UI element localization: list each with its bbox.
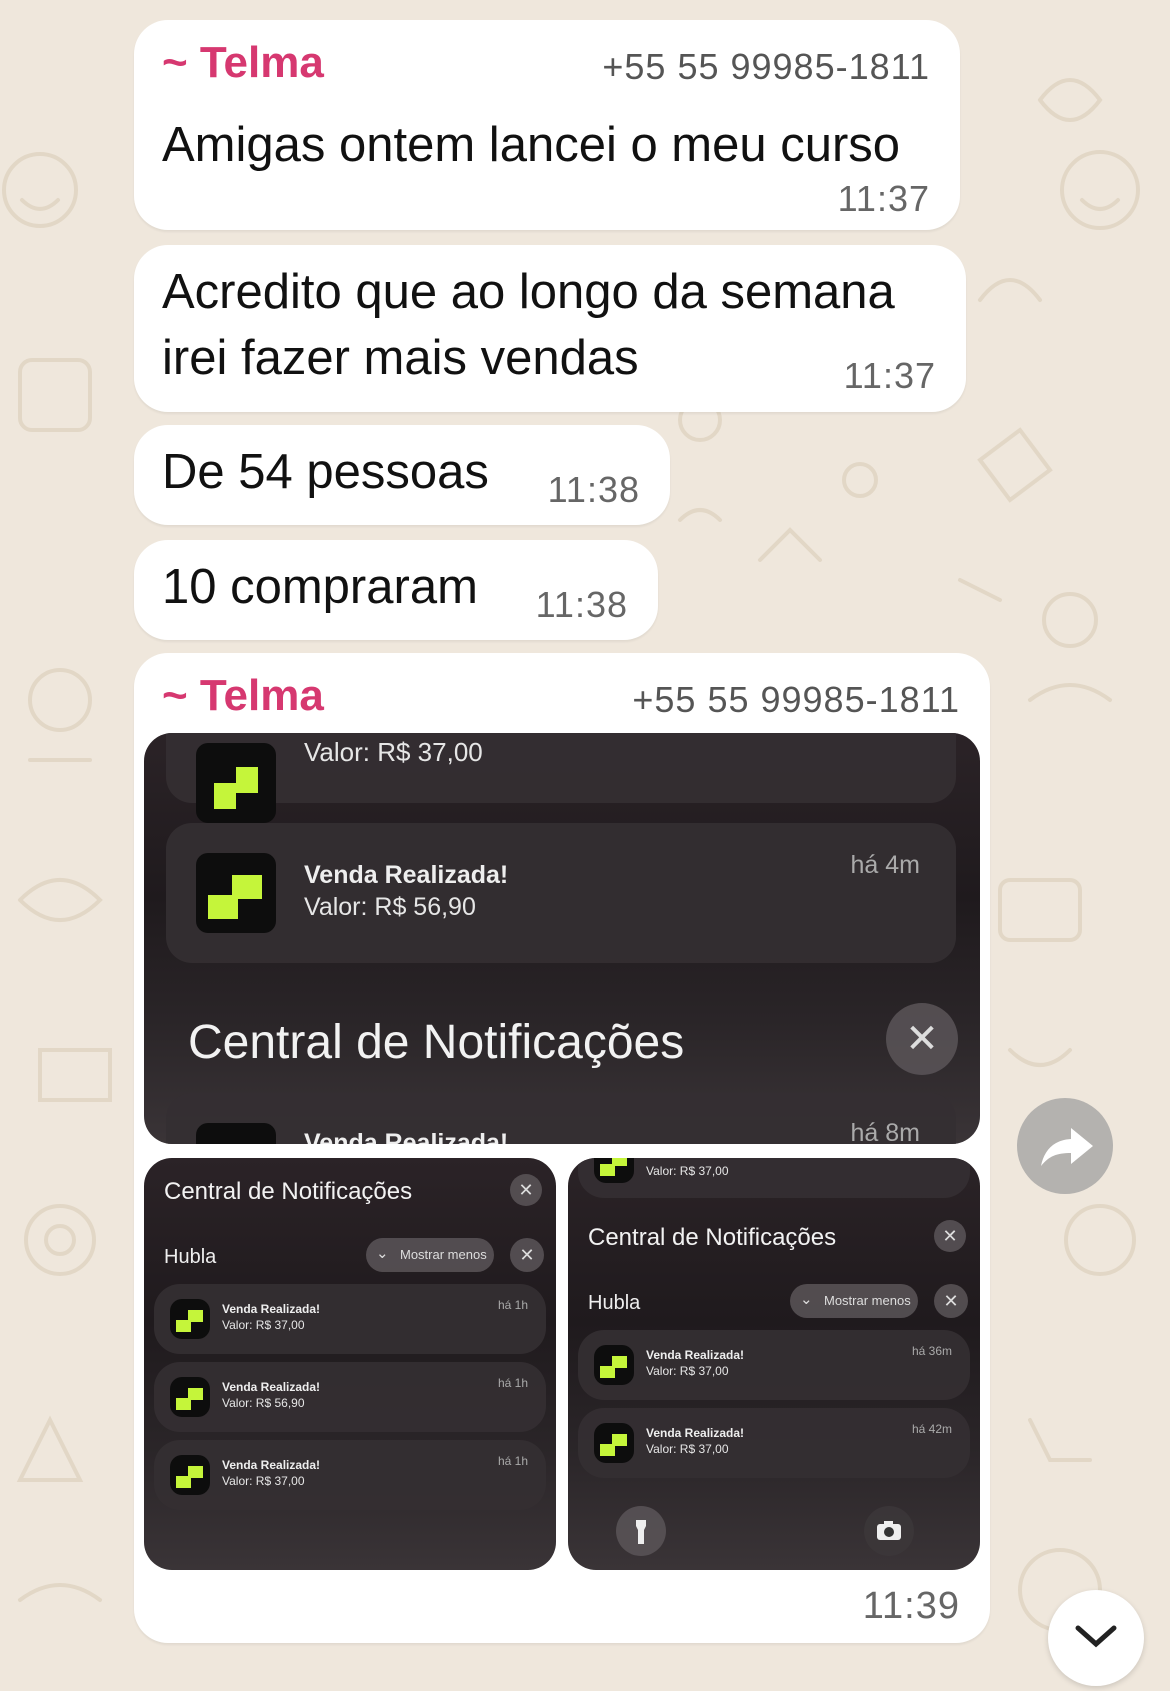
notification-title: Venda Realizada! — [304, 861, 509, 889]
close-icon[interactable]: ✕ — [886, 1003, 958, 1075]
notification-title: Venda Realizada! — [222, 1458, 321, 1472]
hubla-app-icon — [594, 1423, 634, 1463]
notification-value: Valor: R$ 37,00 — [222, 1318, 305, 1332]
message-time: 11:37 — [837, 178, 930, 219]
chevron-down-icon: ⌄ — [800, 1291, 813, 1308]
notification-title: Venda Realizada! — [646, 1348, 745, 1362]
notification-card: Venda Realizada! há 8m — [166, 1093, 956, 1144]
close-icon[interactable]: ✕ — [934, 1220, 966, 1252]
show-less-button[interactable]: ⌄ Mostrar menos — [790, 1284, 918, 1318]
notification-time: há 1h — [497, 1376, 528, 1390]
app-group-label: Hubla — [588, 1292, 641, 1314]
notification-center-title: Central de Notificações — [188, 1016, 685, 1069]
hubla-app-icon — [196, 853, 276, 933]
sender-name[interactable]: ~ Telma — [162, 671, 324, 721]
notification-time: há 8m — [850, 1119, 920, 1144]
hubla-app-icon — [170, 1377, 210, 1417]
chevron-down-icon: ⌄ — [376, 1245, 389, 1262]
notification-title: Venda Realizada! — [222, 1380, 321, 1394]
notification-card: Venda Realizada! Valor: R$ 37,00 há 42m — [578, 1408, 970, 1478]
album-image-left[interactable]: Central de Notificações ✕ Hubla ⌄ Mostra… — [144, 1158, 556, 1570]
notification-value: Valor: R$ 37,00 — [304, 737, 483, 767]
notification-card: Venda Realizada! Valor: R$ 56,90 há 4m — [166, 823, 956, 963]
notification-value: Valor: R$ 37,00 — [646, 1164, 729, 1178]
sender-phone[interactable]: +55 55 99985-1811 — [602, 46, 930, 88]
chevron-down-icon[interactable] — [1048, 1590, 1144, 1686]
message-time: 11:39 — [862, 1585, 960, 1627]
notification-title: Venda Realizada! — [646, 1426, 745, 1440]
show-less-label: Mostrar menos — [824, 1293, 911, 1308]
flashlight-icon[interactable] — [616, 1506, 666, 1556]
message-text-line1: Acredito que ao longo da semana — [162, 265, 895, 319]
hubla-app-icon — [170, 1299, 210, 1339]
notification-card: Venda Realizada! Valor: R$ 37,00 há 36m — [578, 1330, 970, 1400]
notification-time: há 36m — [911, 1344, 952, 1358]
sender-phone[interactable]: +55 55 99985-1811 — [632, 679, 960, 721]
close-icon[interactable]: ✕ — [510, 1174, 542, 1206]
notification-title: Venda Realizada! — [304, 1129, 509, 1144]
album-image-main[interactable]: Valor: R$ 37,00 Venda Realizada! Valor: … — [144, 733, 980, 1144]
message-bubble[interactable]: Acredito que ao longo da semana irei faz… — [134, 245, 966, 412]
notification-time: há 4m — [850, 851, 920, 879]
notification-value: Valor: R$ 37,00 — [222, 1474, 305, 1488]
notification-value: Valor: R$ 37,00 — [646, 1364, 729, 1378]
hubla-app-icon — [594, 1158, 634, 1183]
notification-card: Valor: R$ 37,00 — [166, 733, 956, 823]
notification-time: há 1h — [497, 1454, 528, 1468]
sender-name[interactable]: ~ Telma — [162, 38, 324, 88]
message-bubble[interactable]: De 54 pessoas 11:38 — [134, 425, 670, 525]
image-album-message[interactable]: ~ Telma +55 55 99985-1811 Valor: R$ 37,0… — [134, 653, 990, 1643]
close-icon[interactable]: ✕ — [934, 1284, 968, 1318]
message-text: Amigas ontem lancei o meu curso — [162, 118, 901, 172]
message-time: 11:38 — [535, 584, 628, 625]
hubla-app-icon — [594, 1345, 634, 1385]
show-less-label: Mostrar menos — [400, 1247, 487, 1262]
message-text: De 54 pessoas — [162, 445, 489, 499]
message-bubble[interactable]: 10 compraram 11:38 — [134, 540, 658, 640]
notification-card: Valor: R$ 37,00 — [578, 1158, 970, 1198]
message-time: 11:37 — [843, 355, 936, 396]
message-text: 10 compraram — [162, 560, 478, 614]
album-image-right[interactable]: Valor: R$ 37,00 Central de Notificações … — [568, 1158, 980, 1570]
notification-value: Valor: R$ 37,00 — [646, 1442, 729, 1456]
notification-card: Venda Realizada! Valor: R$ 56,90 há 1h — [154, 1362, 546, 1432]
notification-value: Valor: R$ 56,90 — [222, 1396, 305, 1410]
message-bubble[interactable]: ~ Telma +55 55 99985-1811 Amigas ontem l… — [134, 20, 960, 230]
message-time: 11:38 — [547, 469, 640, 510]
notification-card: Venda Realizada! Valor: R$ 37,00 há 1h — [154, 1440, 546, 1510]
notification-center-title: Central de Notificações — [588, 1224, 837, 1251]
share-arrow-icon[interactable] — [1017, 1098, 1113, 1194]
hubla-app-icon — [196, 1123, 276, 1144]
show-less-button[interactable]: ⌄ Mostrar menos — [366, 1238, 494, 1272]
notification-value: Valor: R$ 56,90 — [304, 893, 476, 921]
notification-center-title: Central de Notificações — [164, 1178, 413, 1205]
camera-icon[interactable] — [864, 1506, 914, 1556]
close-icon[interactable]: ✕ — [510, 1238, 544, 1272]
notification-time: há 1h — [497, 1298, 528, 1312]
notification-card: Venda Realizada! Valor: R$ 37,00 há 1h — [154, 1284, 546, 1354]
message-text-line2: irei fazer mais vendas — [162, 331, 639, 385]
notification-title: Venda Realizada! — [222, 1302, 321, 1316]
notification-time: há 42m — [911, 1422, 952, 1436]
hubla-app-icon — [196, 743, 276, 823]
hubla-app-icon — [170, 1455, 210, 1495]
app-group-label: Hubla — [164, 1246, 217, 1268]
